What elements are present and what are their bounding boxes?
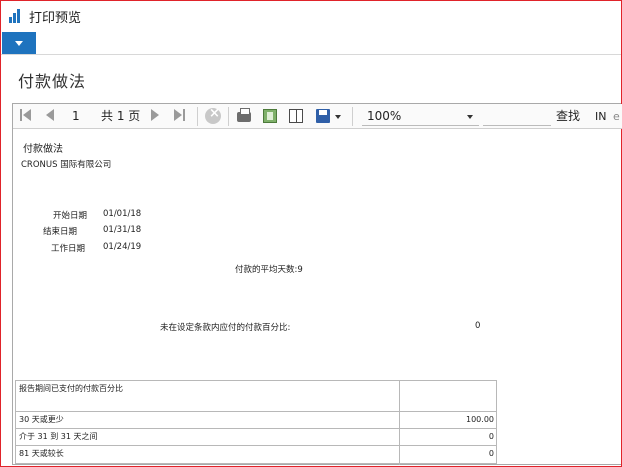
row-value: 0 <box>488 449 494 458</box>
row-label: 30 天或更少 <box>19 415 64 424</box>
toolbar-separator <box>228 107 229 126</box>
title-bar: 打印预览 <box>1 1 621 31</box>
paid-percentage-table: 报告期间已支付的付款百分比 30 天或更少 100.00 介于 31 到 31 … <box>15 380 497 465</box>
table-row: 81 天或较长 0 <box>16 445 496 464</box>
next-page-icon[interactable] <box>149 109 163 123</box>
viewer-toolbar: 1 共 1 页 100% 查找 IN e <box>13 104 622 129</box>
end-date-value: 01/31/18 <box>103 225 142 235</box>
row-label: 介于 31 到 31 天之间 <box>19 432 98 441</box>
previous-page-icon[interactable] <box>44 109 58 123</box>
start-date-value: 01/01/18 <box>103 209 142 219</box>
export-icon[interactable] <box>316 109 330 123</box>
work-date-label: 工作日期 <box>50 244 85 254</box>
table-row: 介于 31 到 31 天之间 0 <box>16 428 496 445</box>
app-chart-icon <box>9 9 23 23</box>
row-label: 81 天或较长 <box>19 449 64 458</box>
report-body: 付款做法 CRONUS 国际有限公司 开始日期 01/01/18 结束日期 01… <box>13 130 622 465</box>
row-value: 0 <box>488 432 494 441</box>
not-in-terms-label: 未在设定条款内应付的付款百分比: <box>160 323 291 333</box>
last-page-icon[interactable] <box>173 109 187 123</box>
page-number-input[interactable]: 1 <box>69 107 95 125</box>
table-row: 30 天或更少 100.00 <box>16 411 496 428</box>
row-value: 100.00 <box>466 415 494 424</box>
find-link[interactable]: 查找 <box>556 108 580 125</box>
work-date-value: 01/24/19 <box>103 242 142 252</box>
company-name: CRONUS 国际有限公司 <box>21 160 112 170</box>
export-dropdown-icon[interactable] <box>335 115 341 119</box>
first-page-icon[interactable] <box>20 109 34 123</box>
page-total-label: 共 1 页 <box>101 109 141 123</box>
page-title: 付款做法 <box>18 72 87 91</box>
table-header: 报告期间已支付的付款百分比 <box>19 384 123 393</box>
print-layout-icon[interactable] <box>263 109 277 123</box>
menu-dropdown-button[interactable] <box>2 32 36 54</box>
action-bar <box>1 31 621 55</box>
report-viewer: 1 共 1 页 100% 查找 IN e 付款做法 CRONUS 国际有限公司 … <box>12 103 622 465</box>
next-link-overflow: e <box>613 110 620 123</box>
page-setup-icon[interactable] <box>289 109 303 123</box>
next-link[interactable]: IN <box>595 108 606 125</box>
window-title: 打印预览 <box>29 11 82 26</box>
print-icon[interactable] <box>237 108 251 122</box>
report-title: 付款做法 <box>23 144 63 155</box>
find-input[interactable] <box>483 107 551 126</box>
average-days-text: 付款的平均天数:9 <box>235 265 303 275</box>
stop-icon[interactable] <box>205 106 221 124</box>
not-in-terms-value: 0 <box>475 321 481 331</box>
toolbar-separator <box>352 107 353 126</box>
start-date-label: 开始日期 <box>52 211 87 221</box>
zoom-select[interactable]: 100% <box>362 107 479 126</box>
end-date-label: 结束日期 <box>42 227 77 237</box>
toolbar-separator <box>197 107 198 126</box>
